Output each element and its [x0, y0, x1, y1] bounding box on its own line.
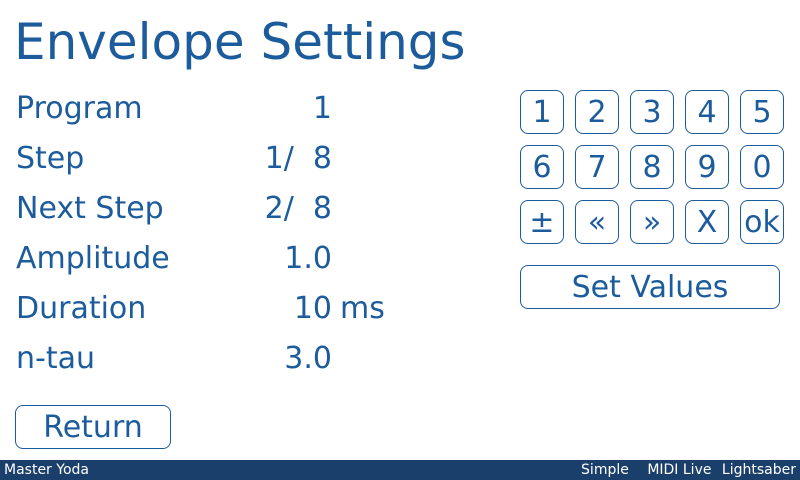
param-row-step: Step 1/ 8 — [0, 139, 500, 179]
param-value: 1/ 8 — [264, 141, 332, 176]
key-8-button[interactable]: 8 — [630, 145, 674, 189]
key-3-button[interactable]: 3 — [630, 90, 674, 134]
param-value: 1.0 — [284, 241, 332, 276]
param-label: Next Step — [16, 191, 164, 226]
key-9-button[interactable]: 9 — [685, 145, 729, 189]
param-row-next-step: Next Step 2/ 8 — [0, 189, 500, 229]
status-bar: Master Yoda Simple MIDI Live Lightsaber — [0, 460, 800, 480]
param-label: Amplitude — [16, 241, 170, 276]
clear-button[interactable]: X — [685, 200, 729, 244]
status-preset: Lightsaber — [721, 462, 796, 478]
param-label: Program — [16, 91, 143, 126]
cursor-right-button[interactable]: » — [630, 200, 674, 244]
return-button[interactable]: Return — [15, 405, 171, 449]
param-value: 2/ 8 — [264, 191, 332, 226]
key-2-button[interactable]: 2 — [575, 90, 619, 134]
param-label: Duration — [16, 291, 147, 326]
param-value: 1 — [312, 91, 332, 126]
status-user: Master Yoda — [4, 462, 89, 478]
sign-toggle-button[interactable]: ± — [520, 200, 564, 244]
param-value: 3.0 — [284, 341, 332, 376]
ok-button[interactable]: ok — [740, 200, 784, 244]
param-label: n-tau — [16, 341, 95, 376]
status-mode: Simple — [581, 462, 629, 478]
param-row-program: Program 1 — [0, 89, 500, 129]
set-values-button[interactable]: Set Values — [520, 265, 780, 309]
key-6-button[interactable]: 6 — [520, 145, 564, 189]
status-right-group: Simple MIDI Live Lightsaber — [567, 460, 796, 480]
param-unit: ms — [340, 291, 385, 326]
key-0-button[interactable]: 0 — [740, 145, 784, 189]
cursor-left-button[interactable]: « — [575, 200, 619, 244]
param-row-amplitude: Amplitude 1.0 — [0, 239, 500, 279]
param-row-n-tau: n-tau 3.0 — [0, 339, 500, 379]
status-midi: MIDI Live — [647, 462, 712, 478]
param-row-duration: Duration 10 ms — [0, 289, 500, 329]
key-7-button[interactable]: 7 — [575, 145, 619, 189]
param-label: Step — [16, 141, 85, 176]
key-4-button[interactable]: 4 — [685, 90, 729, 134]
key-1-button[interactable]: 1 — [520, 90, 564, 134]
page-title: Envelope Settings — [14, 13, 466, 71]
param-value: 10 — [293, 291, 332, 326]
key-5-button[interactable]: 5 — [740, 90, 784, 134]
